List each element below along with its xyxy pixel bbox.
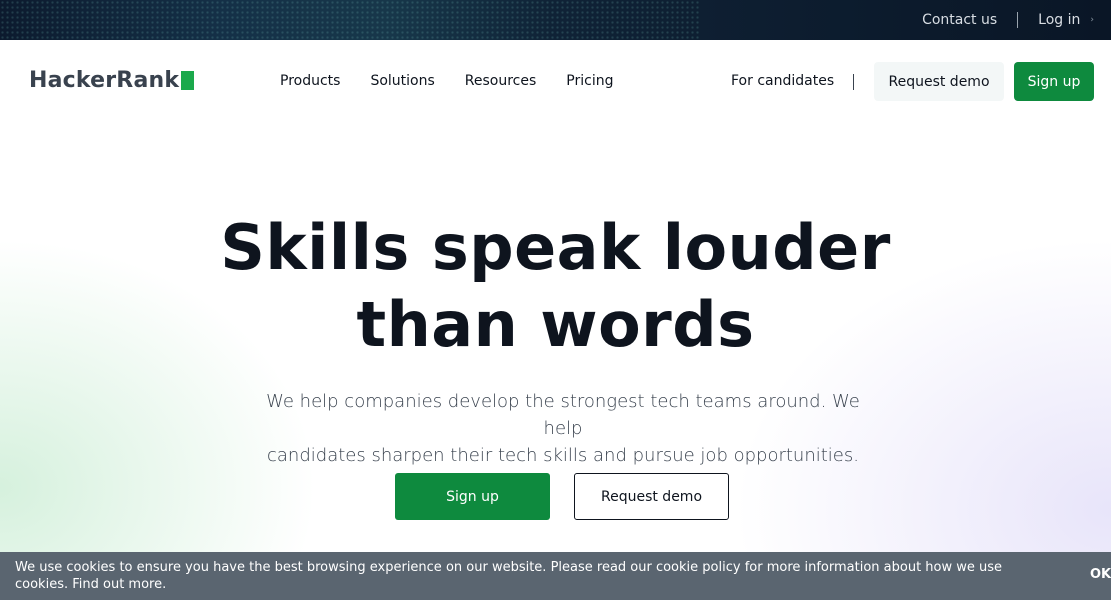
topbar-divider [1017,12,1019,28]
hero-subtitle-line-2: candidates sharpen their tech skills and… [267,445,859,466]
topbar-dot-pattern [0,0,700,40]
header-request-demo-button[interactable]: Request demo [874,62,1004,101]
log-in-link[interactable]: Log in [1038,12,1080,28]
hero-title: Skills speak louder than words [0,209,1111,363]
chevron-right-icon: › [1090,15,1094,25]
header-divider [853,74,854,90]
cookie-ok-button[interactable]: OK [1090,567,1111,582]
for-candidates-link[interactable]: For candidates [731,73,834,89]
nav-item-pricing[interactable]: Pricing [566,73,613,89]
contact-us-link[interactable]: Contact us [922,12,997,28]
hero-title-line-2: than words [356,288,755,361]
cookie-banner: We use cookies to ensure you have the be… [0,552,1111,600]
logo-mark-icon [181,71,195,90]
logo-wordmark: HackerRank [29,68,180,93]
topbar-links: Contact us Log in › [922,0,1111,40]
top-utility-bar: Contact us Log in › [0,0,1111,40]
hero-sign-up-button[interactable]: Sign up [395,473,550,520]
hero-request-demo-button[interactable]: Request demo [574,473,729,520]
hero-subtitle-line-1: We help companies develop the strongest … [266,391,860,439]
nav-item-solutions[interactable]: Solutions [370,73,434,89]
header-sign-up-button[interactable]: Sign up [1014,62,1094,101]
cookie-message: We use cookies to ensure you have the be… [15,560,1003,592]
hero-subtitle: We help companies develop the strongest … [255,388,871,469]
hackerrank-logo[interactable]: HackerRank [29,68,195,93]
nav-item-products[interactable]: Products [280,73,340,89]
primary-nav: Products Solutions Resources Pricing [280,73,643,89]
hero-section: Skills speak louder than words We help c… [0,124,1111,552]
hero-title-line-1: Skills speak louder [220,211,891,284]
nav-item-resources[interactable]: Resources [465,73,537,89]
main-header: HackerRank Products Solutions Resources … [0,40,1111,124]
